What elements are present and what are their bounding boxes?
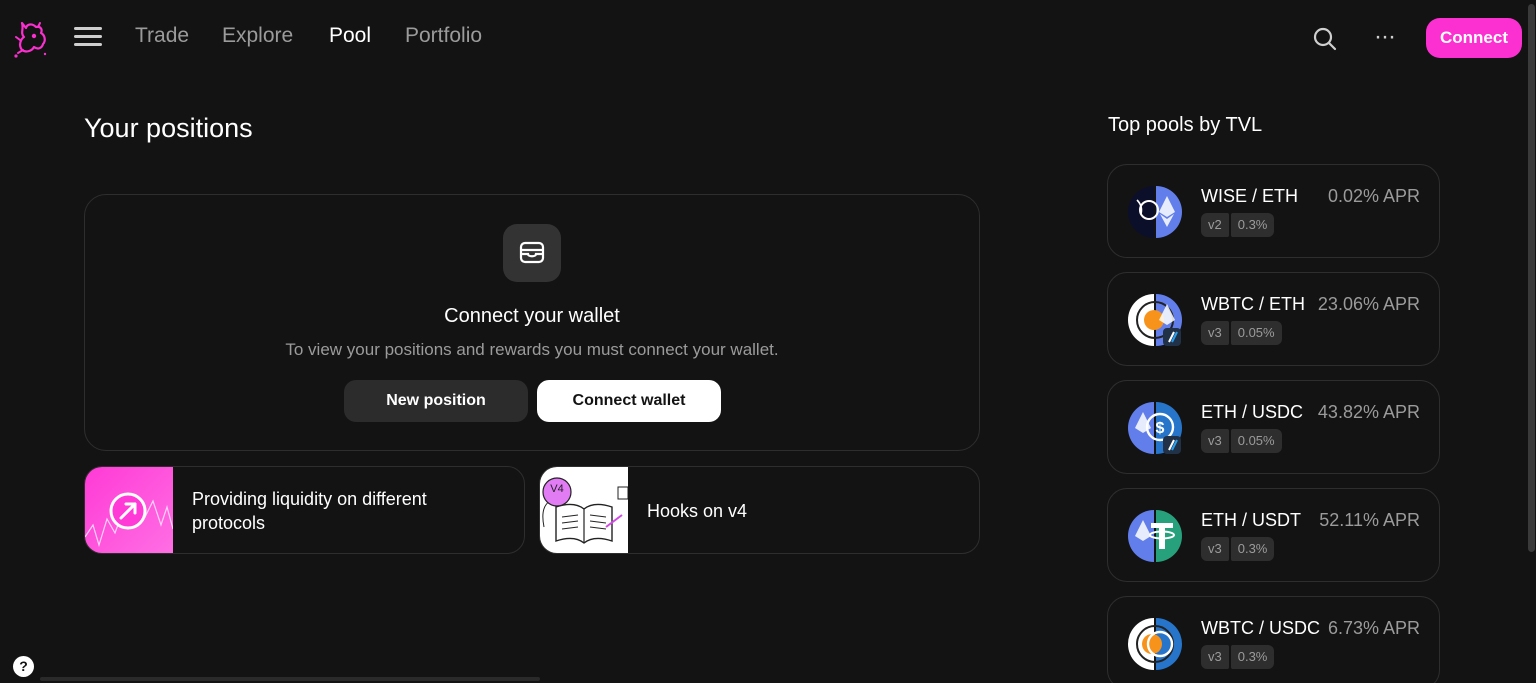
pool-page: Trade Explore Pool Portfolio ··· Connect…: [0, 0, 1536, 683]
eth-usdt-token-pair-icon: [1127, 508, 1183, 564]
help-icon[interactable]: ?: [13, 656, 34, 677]
top-pools-title: Top pools by TVL: [1108, 114, 1263, 136]
connect-wallet-button[interactable]: Connect wallet: [537, 380, 721, 422]
liquidity-thumbnail-icon: [85, 467, 174, 553]
pool-card[interactable]: $ ETH / USDC 43.82% APR v3 0.05%: [1107, 380, 1440, 474]
new-position-button[interactable]: New position: [344, 380, 528, 422]
pool-apr: 6.73% APR: [1327, 618, 1420, 638]
learn-card-title: Providing liquidity on different protoco…: [192, 489, 427, 533]
learn-card-hooks[interactable]: V4 Hooks on v4: [539, 466, 980, 554]
pool-apr: 0.02% APR: [1327, 186, 1420, 206]
pool-fee-badge: 0.3%: [1230, 213, 1275, 237]
pool-card[interactable]: WBTC / USDC 6.73% APR v3 0.3%: [1107, 596, 1440, 683]
nav-link-trade[interactable]: Trade: [135, 24, 189, 48]
pool-version-badge: v3: [1201, 321, 1229, 345]
pool-apr: 52.11% APR: [1319, 510, 1420, 530]
top-nav: Trade Explore Pool Portfolio ··· Connect: [0, 0, 1536, 76]
nav-link-pool[interactable]: Pool: [329, 24, 371, 48]
pool-version-badge: v3: [1201, 429, 1229, 453]
pool-fee-badge: 0.3%: [1230, 537, 1275, 561]
page-title: Your positions: [84, 113, 253, 143]
pool-pair-name: ETH / USDT: [1201, 510, 1302, 530]
wise-eth-token-pair-icon: [1127, 184, 1183, 240]
pool-pair-name: ETH / USDC: [1201, 402, 1304, 422]
learn-card-title: Hooks on v4: [647, 501, 748, 521]
pool-fee-badge: 0.05%: [1230, 321, 1282, 345]
wbtc-eth-token-pair-icon: [1127, 292, 1183, 348]
search-icon[interactable]: [1312, 26, 1338, 52]
pool-pair-name: WBTC / ETH: [1201, 294, 1305, 314]
pool-card[interactable]: WISE / ETH 0.02% APR v2 0.3%: [1107, 164, 1440, 258]
wallet-icon: [503, 224, 561, 282]
pool-fee-badge: 0.05%: [1230, 429, 1282, 453]
hooks-thumbnail-icon: V4: [540, 467, 629, 553]
hamburger-menu-icon[interactable]: [74, 27, 102, 49]
pool-version-badge: v3: [1201, 537, 1229, 561]
connect-wallet-card: Connect your wallet To view your positio…: [84, 194, 980, 451]
horizontal-scrollbar[interactable]: [40, 677, 540, 681]
eth-usdc-token-pair-icon: $: [1127, 400, 1183, 456]
connect-wallet-description: To view your positions and rewards you m…: [285, 340, 779, 359]
vertical-scrollbar-thumb[interactable]: [1528, 4, 1535, 552]
learn-card-liquidity[interactable]: Providing liquidity on different protoco…: [84, 466, 525, 554]
connect-button[interactable]: Connect: [1426, 18, 1522, 58]
pool-fee-badge: 0.3%: [1230, 645, 1275, 669]
connect-wallet-heading: Connect your wallet: [444, 305, 620, 327]
uniswap-logo-icon[interactable]: [12, 17, 50, 59]
pool-version-badge: v2: [1201, 213, 1229, 237]
v4-badge: V4: [550, 483, 564, 495]
pool-apr: 43.82% APR: [1317, 402, 1420, 422]
nav-link-portfolio[interactable]: Portfolio: [405, 24, 482, 48]
pool-card[interactable]: WBTC / ETH 23.06% APR v3 0.05%: [1107, 272, 1440, 366]
pool-apr: 23.06% APR: [1317, 294, 1420, 314]
more-options-icon[interactable]: ···: [1374, 22, 1402, 52]
pool-card[interactable]: ETH / USDT 52.11% APR v3 0.3%: [1107, 488, 1440, 582]
wbtc-usdc-token-pair-icon: [1127, 616, 1183, 672]
nav-link-explore[interactable]: Explore: [222, 24, 293, 48]
pool-version-badge: v3: [1201, 645, 1229, 669]
svg-text:$: $: [1156, 420, 1165, 437]
pool-pair-name: WISE / ETH: [1201, 186, 1299, 206]
pool-pair-name: WBTC / USDC: [1201, 618, 1320, 638]
